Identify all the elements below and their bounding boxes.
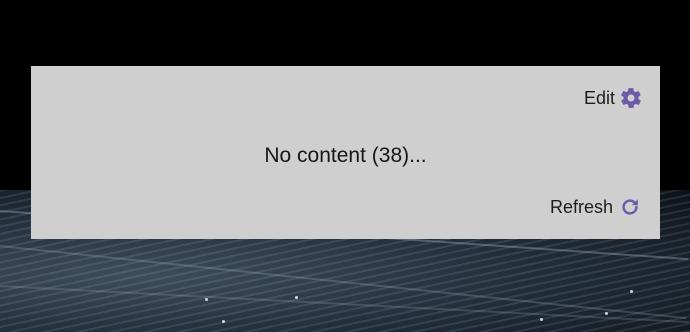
background-streak bbox=[0, 285, 690, 324]
background-streak bbox=[0, 245, 687, 320]
background-speck bbox=[205, 298, 208, 301]
empty-state-message: No content (38)... bbox=[264, 144, 427, 167]
refresh-label: Refresh bbox=[549, 197, 613, 217]
background-speck bbox=[605, 312, 608, 315]
background-speck bbox=[295, 296, 298, 299]
refresh-button[interactable]: Refresh bbox=[550, 196, 641, 218]
edit-button[interactable]: Edit bbox=[584, 86, 643, 110]
edit-label: Edit bbox=[583, 88, 615, 108]
background-speck bbox=[630, 290, 633, 293]
refresh-icon bbox=[619, 196, 641, 218]
gear-icon bbox=[619, 86, 643, 110]
background-speck bbox=[222, 320, 225, 323]
content-widget: Edit No content (38)... Refresh bbox=[31, 66, 660, 239]
background-speck bbox=[540, 318, 543, 321]
